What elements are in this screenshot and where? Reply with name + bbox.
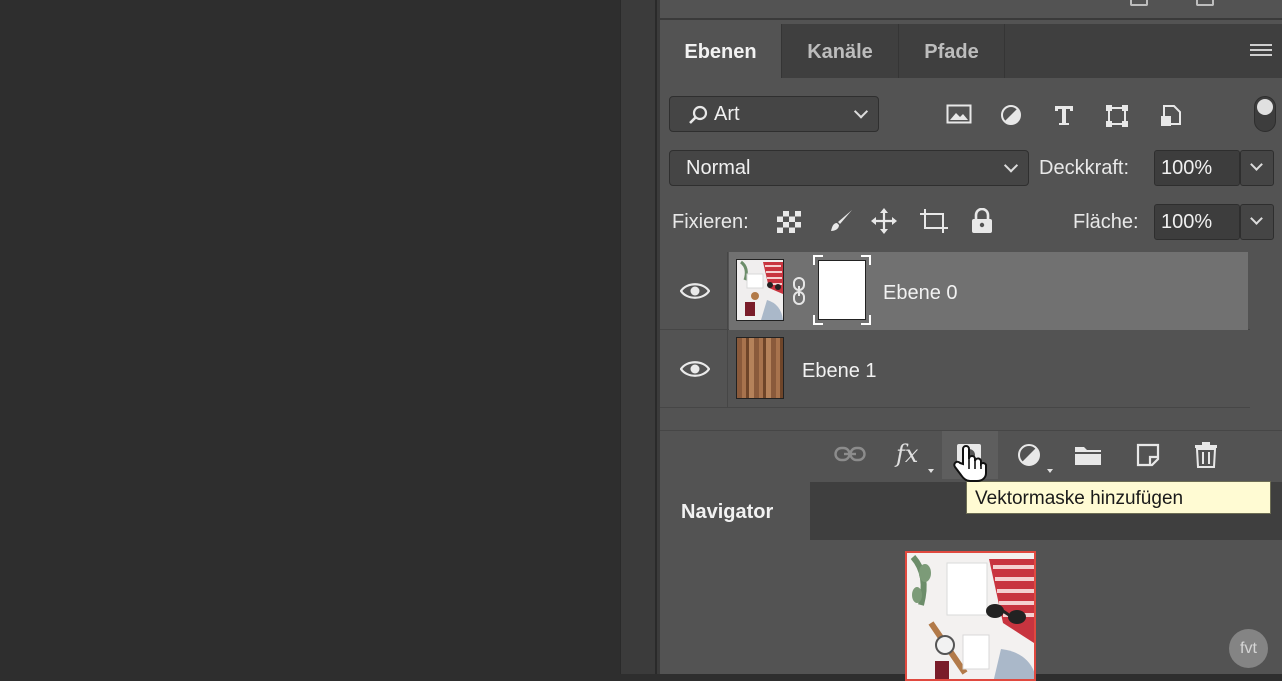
- navigator-preview[interactable]: [905, 551, 1036, 681]
- tab-pfade[interactable]: Pfade: [899, 24, 1005, 78]
- smart-object-filter-icon[interactable]: [1160, 104, 1182, 128]
- group-folder-icon[interactable]: [1074, 444, 1102, 466]
- blend-mode-select[interactable]: Normal: [669, 150, 1029, 186]
- chevron-down-icon: [1250, 158, 1263, 171]
- image-filter-icon[interactable]: [946, 104, 972, 124]
- layer-thumbnail: [736, 259, 784, 321]
- adjustment-layer-icon[interactable]: [1017, 443, 1041, 467]
- watermark-logo: fvt: [1229, 629, 1268, 668]
- opacity-label: Deckkraft:: [1039, 157, 1130, 179]
- tooltip-add-vector-mask: Vektormaske hinzufügen: [966, 481, 1271, 514]
- layer-list: Ebene 0 Ebene 1: [660, 252, 1282, 430]
- layers-panel-tabs: Ebenen Kanäle Pfade: [660, 24, 1282, 78]
- filter-toggle[interactable]: [1254, 96, 1276, 132]
- layer-body[interactable]: Ebene 0: [729, 252, 1248, 330]
- trash-icon[interactable]: [1194, 442, 1218, 468]
- top-strip: [660, 0, 1282, 20]
- filter-type-value: Art: [714, 103, 740, 125]
- lock-transparent-icon[interactable]: [776, 210, 802, 234]
- eye-icon[interactable]: [680, 281, 710, 301]
- hand-cursor-icon: [953, 445, 987, 482]
- fill-label: Fläche:: [1073, 211, 1139, 233]
- lock-artboard-icon[interactable]: [919, 208, 949, 234]
- panel-menu-icon[interactable]: [1250, 44, 1272, 58]
- shape-filter-icon[interactable]: [1105, 104, 1129, 128]
- opacity-dropdown[interactable]: [1240, 150, 1274, 186]
- fill-value: 100%: [1161, 211, 1213, 233]
- new-layer-icon[interactable]: [1136, 443, 1160, 467]
- filter-type-select[interactable]: Art: [669, 96, 879, 132]
- link-layers-icon[interactable]: [834, 446, 866, 462]
- layer-name: Ebene 0: [883, 282, 958, 304]
- visibility-toggle[interactable]: [660, 252, 728, 330]
- layer-mask-thumbnail: [818, 260, 866, 320]
- chevron-down-icon: [1003, 158, 1019, 173]
- eye-icon[interactable]: [680, 359, 710, 379]
- layer-thumbnail: [736, 337, 784, 399]
- layer-row-ebene-0[interactable]: Ebene 0: [660, 252, 1250, 330]
- type-filter-icon[interactable]: [1053, 104, 1075, 126]
- fx-icon[interactable]: fx: [896, 440, 918, 468]
- panel-dock-gutter: [620, 0, 660, 674]
- tab-kanaele[interactable]: Kanäle: [782, 24, 899, 78]
- visibility-toggle[interactable]: [660, 330, 728, 408]
- lock-all-icon[interactable]: [970, 208, 994, 234]
- tab-ebenen[interactable]: Ebenen: [660, 24, 782, 78]
- fx-menu-caret: [928, 469, 934, 473]
- lock-image-icon[interactable]: [828, 208, 854, 234]
- tab-navigator[interactable]: Navigator: [660, 482, 810, 540]
- navigator-panel: [660, 540, 1282, 681]
- fill-dropdown[interactable]: [1240, 204, 1274, 240]
- document-canvas[interactable]: [0, 0, 620, 674]
- layer-mask-frame[interactable]: [813, 255, 871, 325]
- opacity-input[interactable]: 100%: [1154, 150, 1240, 186]
- lock-position-icon[interactable]: [870, 207, 898, 235]
- layer-row-ebene-1[interactable]: Ebene 1: [660, 330, 1250, 408]
- layer-name: Ebene 1: [802, 360, 877, 382]
- search-icon: [689, 105, 708, 124]
- panel-icon[interactable]: [1196, 0, 1214, 6]
- mask-link-icon[interactable]: [791, 276, 807, 306]
- chevron-down-icon: [1250, 212, 1263, 225]
- fill-input[interactable]: 100%: [1154, 204, 1240, 240]
- chevron-down-icon: [853, 104, 869, 119]
- lock-label: Fixieren:: [672, 211, 749, 233]
- panel-collapse-icon[interactable]: [1130, 0, 1148, 6]
- adjustment-filter-icon[interactable]: [1000, 104, 1022, 126]
- opacity-value: 100%: [1161, 157, 1213, 179]
- layer-body[interactable]: Ebene 1: [729, 330, 1248, 408]
- blend-mode-value: Normal: [686, 157, 751, 179]
- adjustment-menu-caret: [1047, 469, 1053, 473]
- layers-panel: Ebenen Kanäle Pfade Art Normal Deckkraft…: [660, 0, 1282, 681]
